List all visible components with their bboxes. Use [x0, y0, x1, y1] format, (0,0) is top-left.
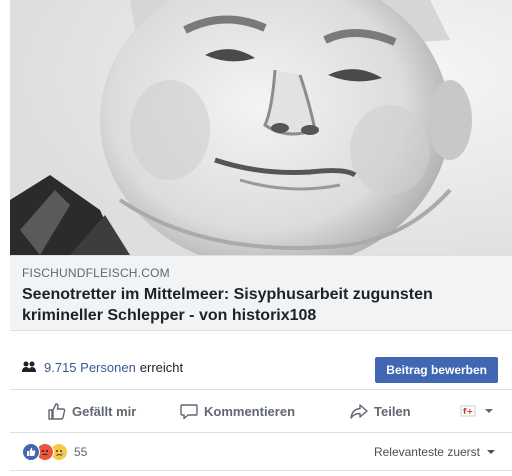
comment-button[interactable]: Kommentieren [180, 396, 295, 426]
sort-label: Relevanteste zuerst [373, 445, 480, 459]
divider [10, 432, 512, 433]
comment-icon [180, 403, 198, 419]
reach-row: 9.715 Personen erreicht [22, 352, 183, 382]
page-selector-dropdown[interactable]: f+ [460, 396, 500, 426]
boost-post-button[interactable]: Beitrag bewerben [375, 357, 498, 383]
caret-down-icon [487, 450, 495, 454]
like-label: Gefällt mir [72, 403, 137, 419]
action-bar: Gefällt mir Kommentieren Teilen f+ [10, 396, 512, 426]
share-button[interactable]: Teilen [350, 396, 411, 426]
like-reaction-icon [22, 443, 40, 461]
people-icon [22, 361, 36, 372]
post-card: FISCHUNDFLEISCH.COM Seenotretter im Mitt… [10, 0, 512, 476]
portrait-photo [10, 0, 512, 255]
divider [10, 470, 512, 471]
comment-sort-dropdown[interactable]: Relevanteste zuerst [374, 442, 496, 462]
caret-down-icon [485, 409, 493, 413]
comment-label: Kommentieren [204, 403, 296, 419]
page-avatar-icon: f+ [460, 405, 476, 417]
svg-text:f+: f+ [463, 407, 473, 416]
reach-count[interactable]: 9.715 Personen [44, 360, 136, 375]
link-preview-image[interactable] [10, 0, 512, 255]
share-label: Teilen [374, 403, 411, 419]
link-domain: FISCHUNDFLEISCH.COM [22, 266, 170, 280]
thumbs-up-icon [48, 402, 66, 420]
divider [10, 389, 512, 390]
reactions-count: 55 [74, 445, 88, 459]
like-button[interactable]: Gefällt mir [48, 396, 136, 426]
link-preview-info[interactable]: FISCHUNDFLEISCH.COM Seenotretter im Mitt… [10, 255, 512, 331]
link-title[interactable]: Seenotretter im Mittelmeer: Sisyphusarbe… [22, 284, 492, 326]
reactions-summary[interactable]: 55 [22, 442, 87, 462]
reach-suffix: erreicht [139, 359, 184, 375]
share-icon [350, 403, 368, 419]
